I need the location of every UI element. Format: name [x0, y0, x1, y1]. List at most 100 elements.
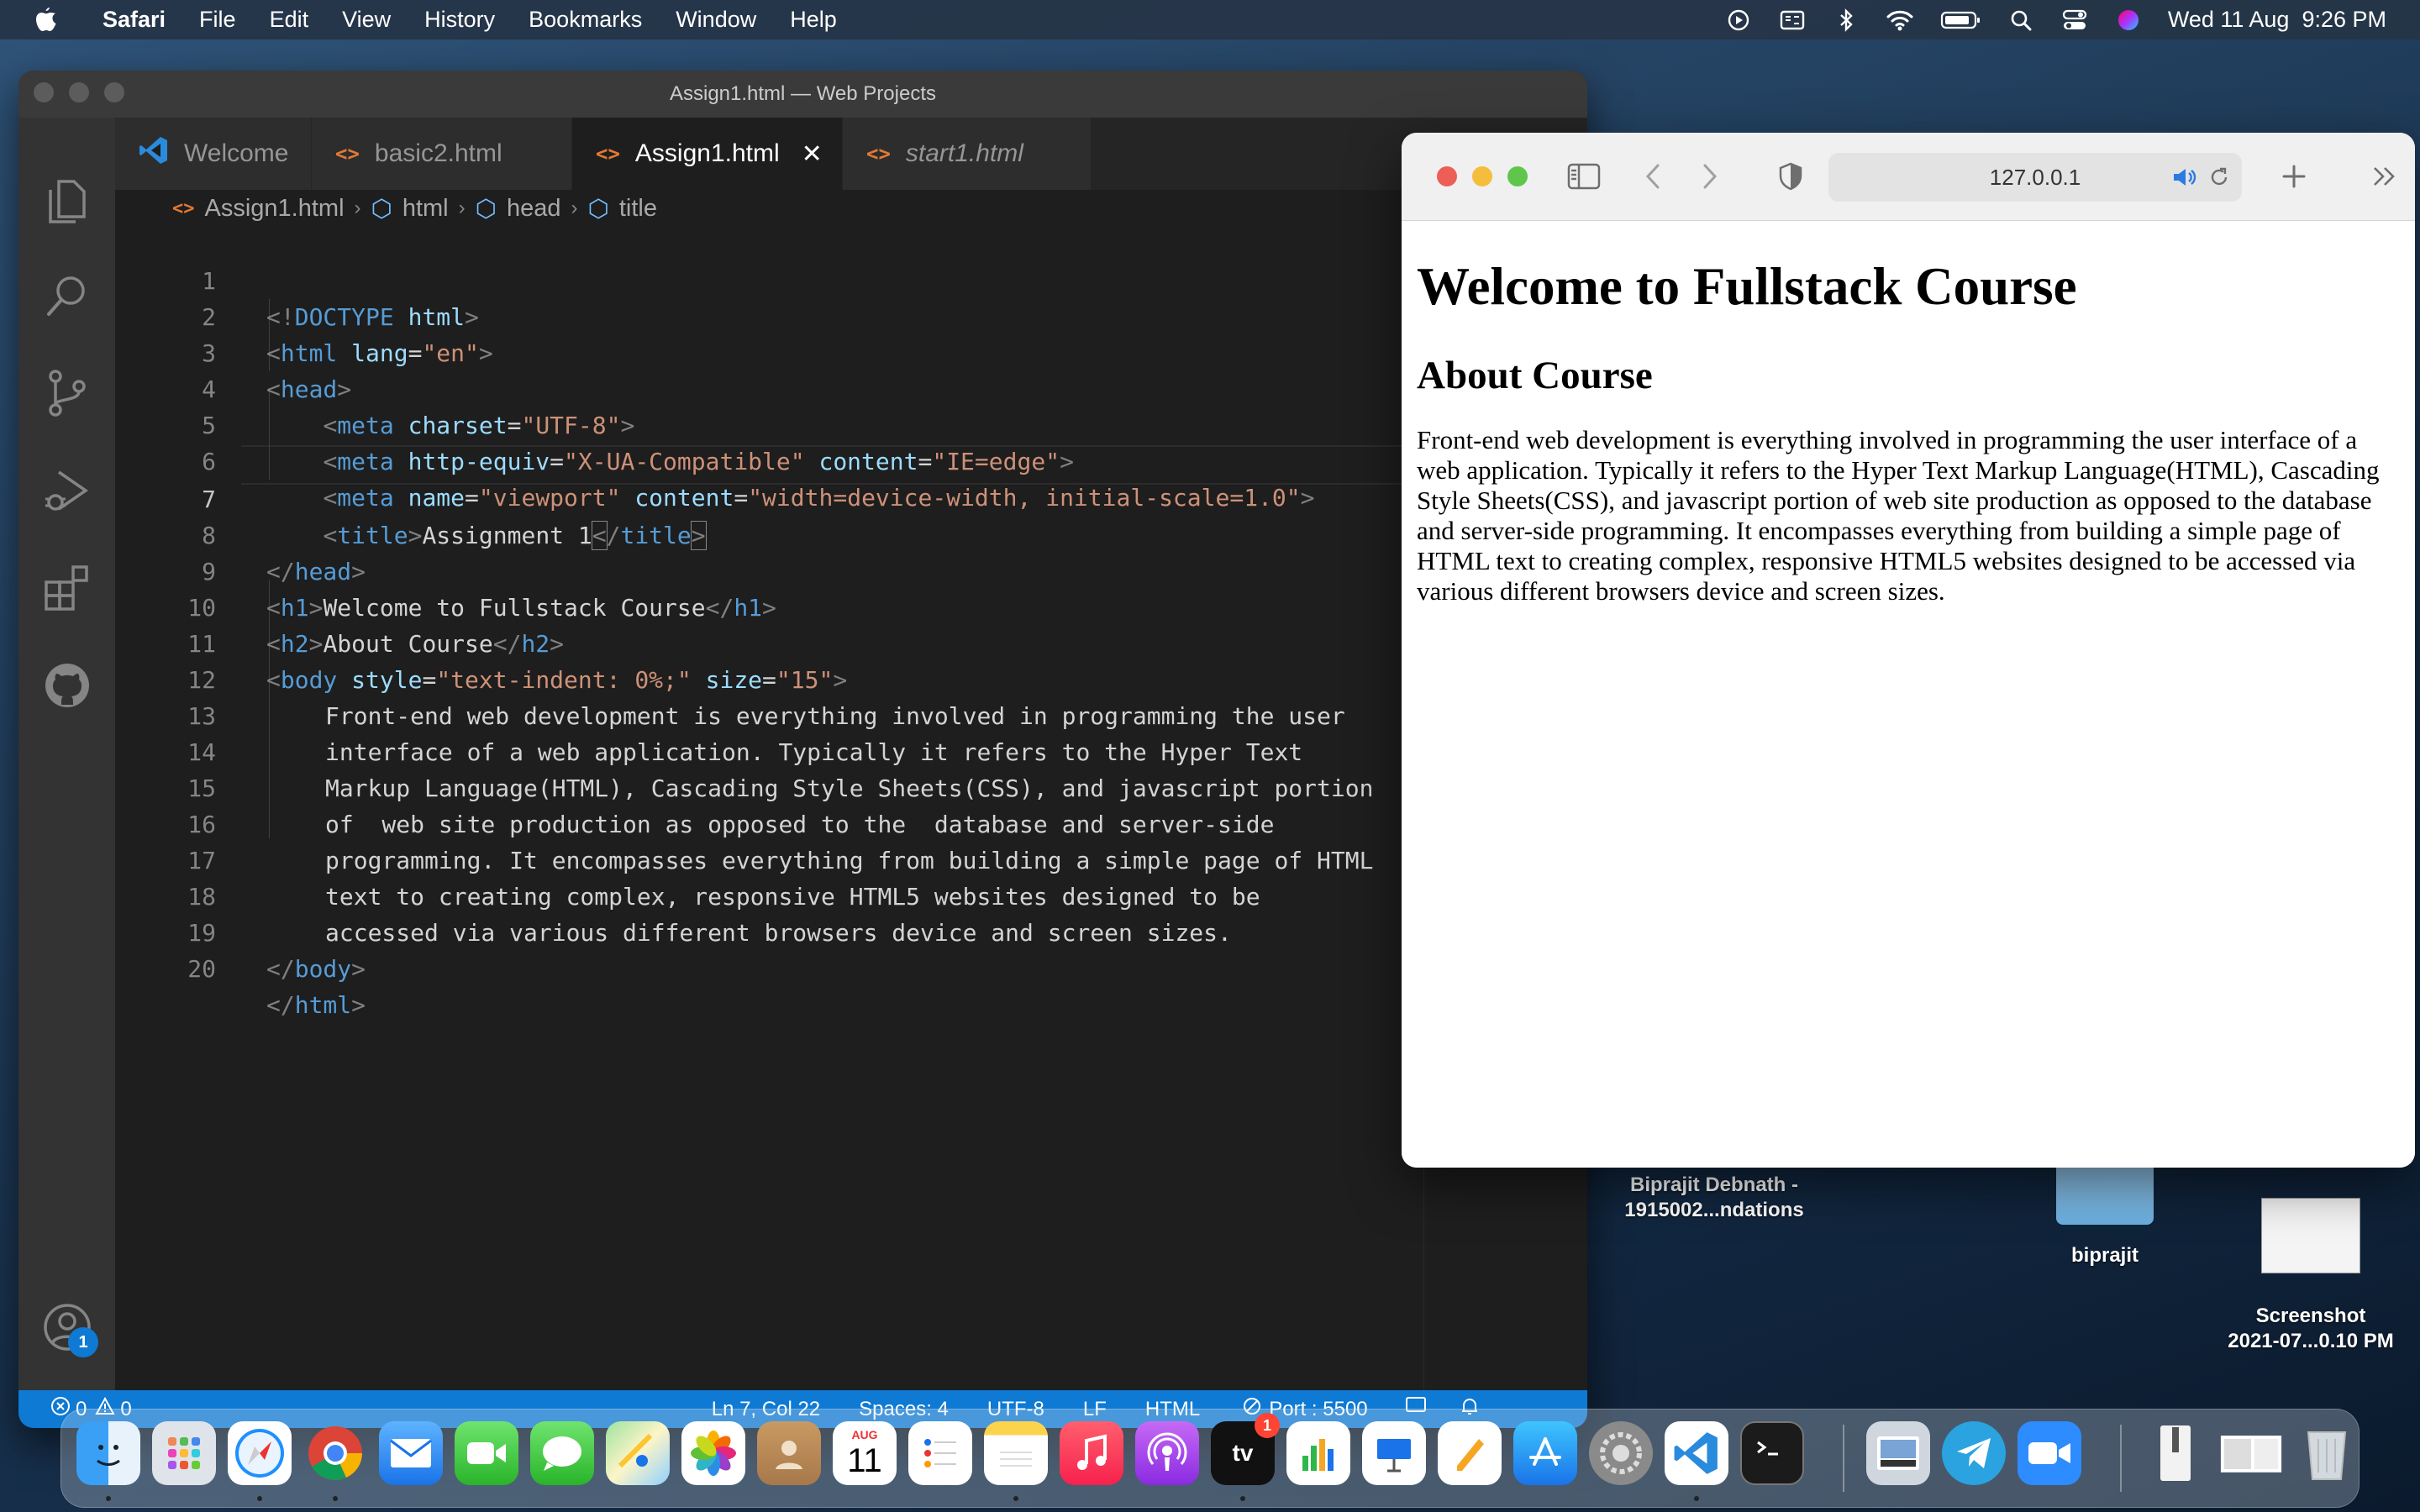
- reload-icon[interactable]: [2208, 166, 2230, 194]
- photos-icon[interactable]: [681, 1421, 745, 1485]
- desktop-file-screenshot[interactable]: Screenshot 2021-07...0.10 PM: [2202, 1198, 2420, 1354]
- appstore-icon[interactable]: [1513, 1421, 1577, 1485]
- tab-welcome[interactable]: Welcome: [115, 118, 312, 190]
- battery-icon[interactable]: [1939, 9, 1981, 31]
- telegram-icon[interactable]: [1942, 1421, 2006, 1485]
- code-line: 7 <title>Assignment 1</title>: [115, 445, 707, 550]
- safari-icon[interactable]: [228, 1421, 292, 1485]
- zoom-window-button[interactable]: [1507, 166, 1528, 186]
- menu-history[interactable]: History: [424, 7, 495, 33]
- reminders-icon[interactable]: [908, 1421, 972, 1485]
- breadcrumb-html[interactable]: html: [402, 195, 449, 223]
- launchpad-icon[interactable]: [152, 1421, 216, 1485]
- close-window-button[interactable]: [1437, 166, 1457, 186]
- finder-icon[interactable]: [76, 1421, 140, 1485]
- code-token: h1: [734, 594, 763, 622]
- close-tab-icon[interactable]: ✕: [802, 139, 823, 169]
- overflow-chevron-icon[interactable]: [2370, 160, 2398, 193]
- system-preferences-icon[interactable]: [1589, 1421, 1653, 1485]
- matching-bracket: >: [690, 521, 707, 550]
- privacy-shield-icon[interactable]: [1776, 160, 1805, 193]
- minimize-window-button[interactable]: [1472, 166, 1492, 186]
- code-editor[interactable]: 1 <!DOCTYPE html> 2 <html lang="en"> 3 <…: [115, 227, 1423, 1428]
- url-text[interactable]: 127.0.0.1: [1990, 165, 2081, 191]
- wifi-icon[interactable]: [1886, 9, 1914, 31]
- code-text: </html>: [266, 991, 366, 1019]
- menu-app-name[interactable]: Safari: [103, 7, 166, 33]
- sidebar-toggle-icon[interactable]: [1566, 160, 1602, 193]
- menu-view[interactable]: View: [342, 7, 391, 33]
- bluetooth-icon[interactable]: [1832, 8, 1860, 32]
- code-line: 2 <html lang="en">: [115, 263, 493, 367]
- explorer-icon[interactable]: [18, 168, 115, 235]
- minimize-window-button[interactable]: [69, 82, 89, 102]
- zoom-window-button[interactable]: [104, 82, 124, 102]
- accounts-icon[interactable]: 1: [18, 1294, 115, 1361]
- menu-file[interactable]: File: [199, 7, 236, 33]
- close-window-button[interactable]: [34, 82, 54, 102]
- run-debug-icon[interactable]: [18, 457, 115, 524]
- pages-icon[interactable]: [1438, 1421, 1502, 1485]
- documents-icon[interactable]: [2219, 1421, 2283, 1485]
- apple-menu-icon[interactable]: [34, 6, 59, 34]
- chrome-icon[interactable]: [303, 1421, 367, 1485]
- breadcrumb-file[interactable]: Assign1.html: [205, 195, 345, 223]
- desktop-folder-biprajit[interactable]: biprajit: [2012, 1149, 2197, 1268]
- extensions-icon[interactable]: [18, 554, 115, 622]
- siri-icon[interactable]: [2114, 9, 2143, 31]
- code-text: <h1>Welcome to Fullstack Course</h1>: [266, 594, 776, 622]
- archive-icon[interactable]: [2144, 1421, 2207, 1485]
- menu-help[interactable]: Help: [790, 7, 837, 33]
- menu-window[interactable]: Window: [676, 7, 756, 33]
- trash-icon[interactable]: [2295, 1421, 2359, 1485]
- code-line: 17 text to creating complex, responsive …: [115, 806, 1260, 911]
- podcasts-icon[interactable]: [1135, 1421, 1199, 1485]
- tab-assign1[interactable]: <> Assign1.html ✕: [572, 118, 843, 190]
- vscode-logo-icon: [139, 135, 169, 172]
- search-icon[interactable]: [18, 262, 115, 329]
- keynote-icon[interactable]: [1362, 1421, 1426, 1485]
- breadcrumb-head[interactable]: head: [507, 195, 561, 223]
- messages-icon[interactable]: [530, 1421, 594, 1485]
- code-line: 16 programming. It encompasses everythin…: [115, 770, 1373, 874]
- breadcrumb-title[interactable]: title: [619, 195, 657, 223]
- spotlight-search-icon[interactable]: [2007, 9, 2035, 31]
- numbers-icon[interactable]: [1286, 1421, 1350, 1485]
- input-source-icon[interactable]: [1778, 9, 1807, 31]
- calendar-icon[interactable]: AUG 11: [833, 1421, 897, 1485]
- facetime-icon[interactable]: [455, 1421, 518, 1485]
- code-token: h2: [280, 630, 309, 658]
- zoom-icon[interactable]: [2018, 1421, 2081, 1485]
- tab-basic2[interactable]: <> basic2.html: [312, 118, 572, 190]
- code-text: programming. It encompasses everything f…: [325, 843, 1373, 879]
- running-indicator: [257, 1496, 262, 1501]
- web-page-content[interactable]: Welcome to Fullstack Course About Course…: [1402, 221, 2415, 1168]
- new-tab-icon[interactable]: [2279, 160, 2309, 193]
- mail-icon[interactable]: [379, 1421, 443, 1485]
- back-icon[interactable]: [1640, 160, 1665, 193]
- terminal-icon[interactable]: [1740, 1421, 1804, 1485]
- vscode-icon[interactable]: [1665, 1421, 1728, 1485]
- source-control-icon[interactable]: [18, 360, 115, 427]
- code-text: <!DOCTYPE html>: [266, 303, 479, 331]
- contacts-icon[interactable]: [757, 1421, 821, 1485]
- running-indicator: [1013, 1496, 1018, 1501]
- code-token: name: [408, 484, 466, 512]
- preview-icon[interactable]: [1866, 1421, 1930, 1485]
- menu-bookmarks[interactable]: Bookmarks: [529, 7, 642, 33]
- page-heading-h1: Welcome to Fullstack Course: [1417, 257, 2077, 316]
- audio-playing-icon[interactable]: [2171, 166, 2196, 194]
- menu-edit[interactable]: Edit: [270, 7, 309, 33]
- menubar-clock[interactable]: Wed 11 Aug 9:26 PM: [2168, 7, 2386, 33]
- notes-icon[interactable]: [984, 1421, 1048, 1485]
- maps-icon[interactable]: [606, 1421, 670, 1485]
- code-token: of web site production as opposed to the…: [325, 811, 1275, 838]
- appletv-icon[interactable]: tv 1: [1211, 1413, 1280, 1485]
- play-circle-icon[interactable]: [1724, 9, 1753, 31]
- github-icon[interactable]: [18, 652, 115, 719]
- tab-start1[interactable]: <> start1.html: [843, 118, 1092, 190]
- address-bar[interactable]: 127.0.0.1: [1828, 153, 2242, 202]
- control-center-icon[interactable]: [2060, 9, 2089, 31]
- forward-icon[interactable]: [1697, 160, 1723, 193]
- music-icon[interactable]: [1060, 1421, 1123, 1485]
